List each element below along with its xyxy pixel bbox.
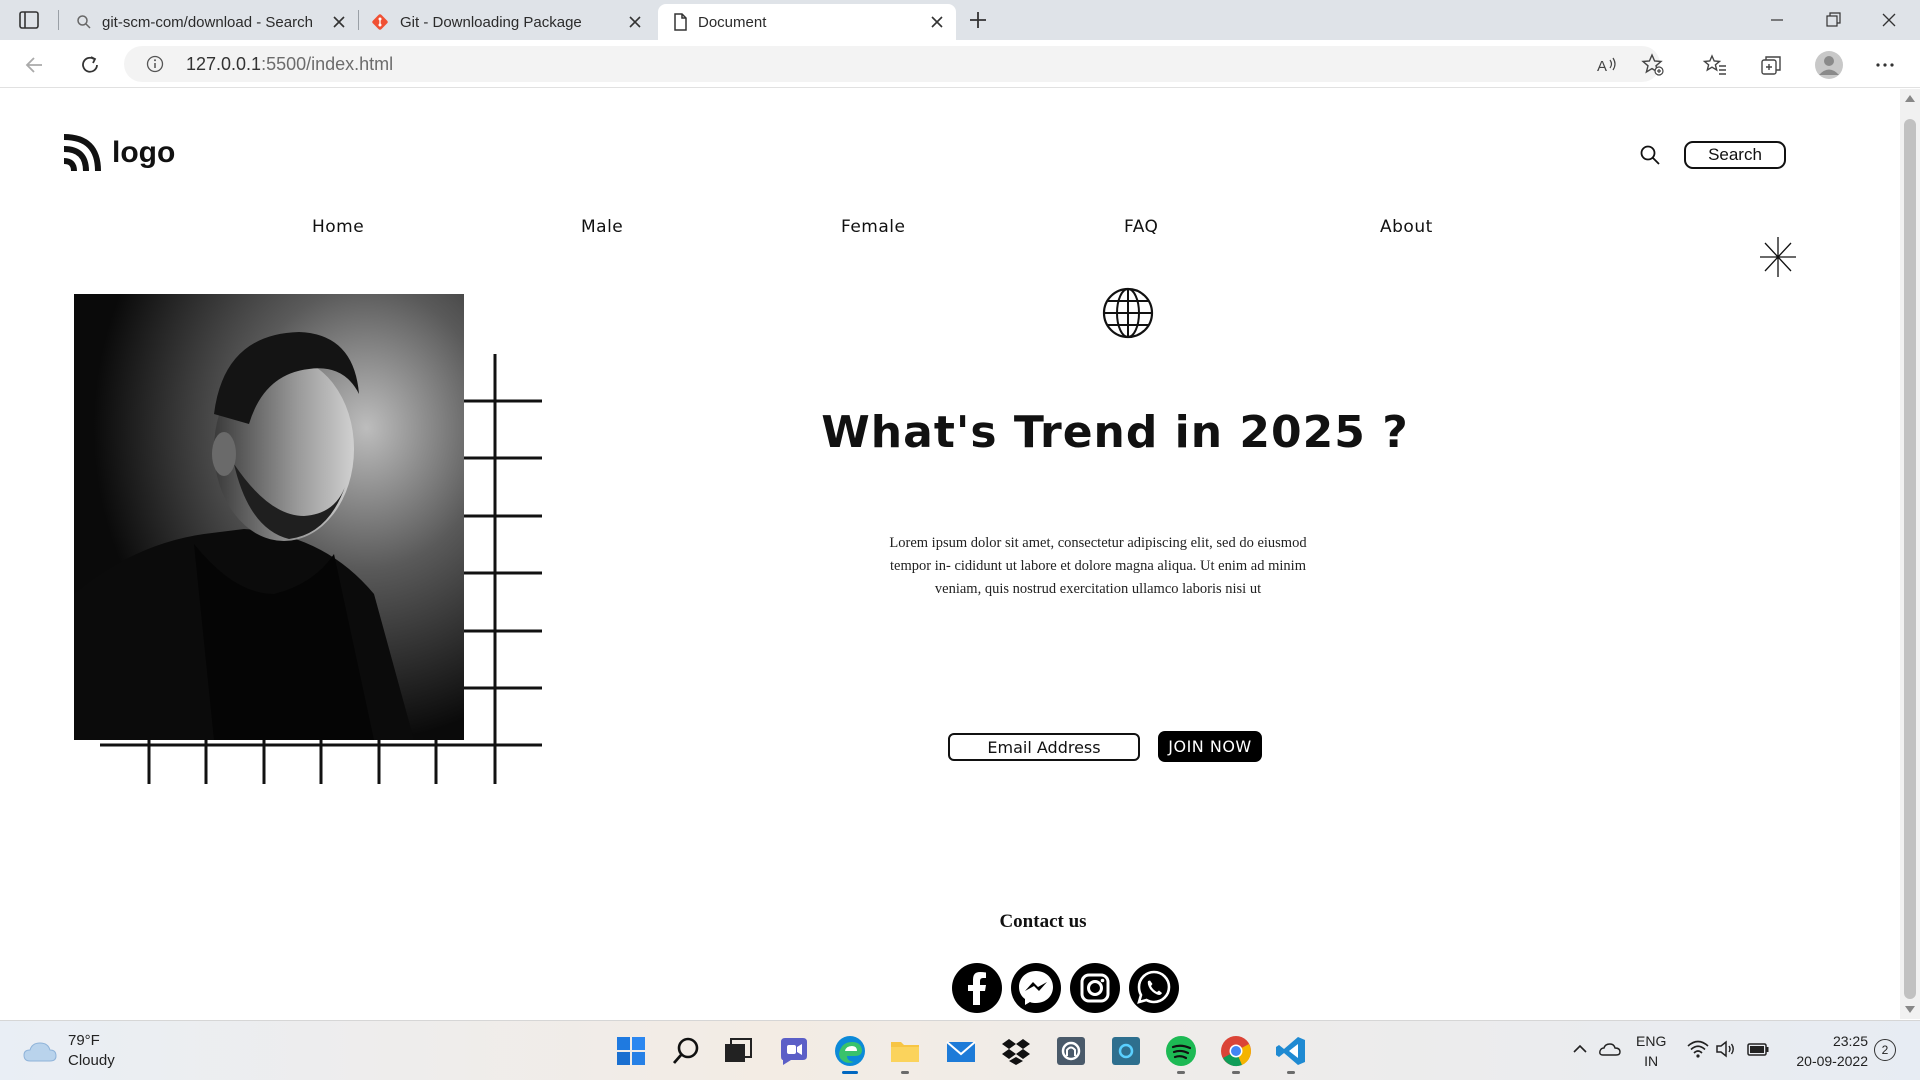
weather-widget[interactable]: 79°F Cloudy — [22, 1031, 115, 1071]
close-tab-icon[interactable] — [330, 13, 348, 31]
cloud-icon — [23, 1042, 57, 1062]
url-field[interactable]: 127.0.0.1:5500/index.html — [124, 46, 1660, 82]
minimize-icon[interactable] — [1764, 8, 1790, 32]
site-logo[interactable]: logo — [62, 133, 175, 173]
url-text: 127.0.0.1:5500/index.html — [186, 54, 393, 75]
file-explorer-icon[interactable] — [888, 1034, 922, 1068]
mail-icon[interactable] — [944, 1034, 978, 1068]
spotify-icon[interactable] — [1164, 1034, 1198, 1068]
favorites-icon[interactable] — [1702, 52, 1728, 78]
app-icon-a[interactable] — [1054, 1034, 1088, 1068]
clock-date: 20-09-2022 — [1796, 1053, 1868, 1069]
main-nav: Home Male Female FAQ About — [0, 217, 1900, 247]
restore-icon[interactable] — [1820, 8, 1846, 32]
tab-title: git-scm-com/download - Search — [102, 13, 313, 31]
tab-bar: git-scm-com/download - Search Git - Down… — [0, 0, 1920, 40]
onedrive-icon[interactable] — [1598, 1037, 1622, 1061]
nav-female[interactable]: Female — [841, 217, 905, 237]
facebook-icon[interactable] — [950, 961, 1004, 1015]
chrome-icon[interactable] — [1219, 1034, 1253, 1068]
nav-home[interactable]: Home — [312, 217, 364, 237]
contact-title: Contact us — [999, 911, 1087, 932]
region-code: IN — [1644, 1053, 1659, 1069]
app-icon-b[interactable] — [1109, 1034, 1143, 1068]
scrollbar-thumb[interactable] — [1904, 119, 1916, 999]
wifi-icon[interactable] — [1686, 1037, 1710, 1061]
nav-about[interactable]: About — [1380, 217, 1433, 237]
search-icon[interactable] — [669, 1034, 703, 1068]
back-icon[interactable] — [22, 52, 48, 78]
start-icon[interactable] — [614, 1034, 648, 1068]
web-page: logo Search Home Male Female FAQ About W… — [0, 89, 1900, 1019]
edge-icon[interactable] — [833, 1034, 867, 1068]
site-info-icon[interactable] — [146, 55, 164, 73]
clock-time: 23:25 — [1832, 1033, 1868, 1049]
url-host: 127.0.0.1 — [186, 54, 262, 74]
logo-icon — [63, 134, 101, 172]
weather-temperature: 79°F — [68, 1032, 100, 1049]
whatsapp-icon[interactable] — [1127, 961, 1181, 1015]
add-favorite-icon[interactable] — [1640, 52, 1666, 78]
open-app-indicator — [901, 1071, 909, 1074]
more-options-icon[interactable] — [1872, 52, 1898, 78]
open-app-indicator — [1177, 1071, 1185, 1074]
tab-title: Document — [698, 13, 767, 31]
email-field[interactable] — [948, 733, 1140, 761]
messenger-icon[interactable] — [1009, 961, 1063, 1015]
refresh-icon[interactable] — [77, 52, 103, 78]
portrait-illustration — [74, 294, 464, 740]
language-indicator[interactable]: ENG IN — [1636, 1031, 1666, 1071]
collections-icon[interactable] — [1758, 52, 1784, 78]
search-button[interactable]: Search — [1684, 141, 1786, 169]
tab-actions-icon[interactable] — [18, 10, 40, 30]
git-icon — [372, 14, 388, 30]
dropbox-icon[interactable] — [999, 1034, 1033, 1068]
system-clock[interactable]: 23:25 20-09-2022 — [1784, 1031, 1868, 1071]
page-scrollbar[interactable] — [1900, 89, 1920, 1019]
profile-avatar-icon[interactable] — [1814, 50, 1844, 80]
weather-condition: Cloudy — [68, 1052, 115, 1069]
tab-title: Git - Downloading Package — [400, 13, 582, 31]
scroll-down-icon[interactable] — [1905, 1006, 1915, 1013]
svg-text:A: A — [1597, 58, 1607, 75]
hero-headline: What's Trend in 2025 ? — [821, 407, 1409, 458]
logo-text: logo — [112, 136, 176, 169]
tab-document[interactable]: Document — [658, 4, 956, 40]
volume-icon[interactable] — [1714, 1037, 1738, 1061]
language-code: ENG — [1636, 1033, 1667, 1049]
notification-badge[interactable]: 2 — [1874, 1039, 1896, 1061]
url-path: :5500/index.html — [261, 54, 394, 74]
hero-portrait-image — [74, 294, 464, 740]
close-tab-icon[interactable] — [928, 13, 946, 31]
sparkle-icon — [1760, 237, 1796, 277]
battery-icon[interactable] — [1746, 1037, 1770, 1061]
nav-faq[interactable]: FAQ — [1124, 217, 1158, 237]
globe-icon — [1102, 287, 1154, 339]
tab-bing-search[interactable]: git-scm-com/download - Search — [66, 4, 358, 40]
tab-git-download[interactable]: Git - Downloading Package — [362, 4, 654, 40]
instagram-icon[interactable] — [1068, 961, 1122, 1015]
teams-chat-icon[interactable] — [777, 1034, 811, 1068]
open-app-indicator — [1287, 1071, 1295, 1074]
vscode-icon[interactable] — [1274, 1034, 1308, 1068]
search-icon[interactable] — [1639, 144, 1661, 166]
chevron-up-icon[interactable] — [1568, 1037, 1592, 1061]
search-icon — [77, 15, 91, 29]
close-tab-icon[interactable] — [626, 13, 644, 31]
join-now-button[interactable]: JOIN NOW — [1158, 731, 1262, 762]
active-app-indicator — [842, 1071, 858, 1074]
read-aloud-icon[interactable]: A — [1594, 52, 1620, 78]
document-icon — [674, 13, 687, 31]
address-bar: 127.0.0.1:5500/index.html A — [0, 40, 1920, 88]
hero-description: Lorem ipsum dolor sit amet, consectetur … — [889, 535, 1307, 597]
nav-male[interactable]: Male — [581, 217, 623, 237]
scroll-up-icon[interactable] — [1905, 95, 1915, 102]
tab-separator — [58, 10, 59, 30]
windows-taskbar: 79°F Cloudy ENG IN 23:25 20-09-2022 2 — [0, 1020, 1920, 1080]
open-app-indicator — [1232, 1071, 1240, 1074]
close-window-icon[interactable] — [1876, 8, 1902, 32]
tab-separator — [358, 10, 359, 30]
task-view-icon[interactable] — [721, 1034, 755, 1068]
new-tab-icon[interactable] — [966, 8, 990, 32]
